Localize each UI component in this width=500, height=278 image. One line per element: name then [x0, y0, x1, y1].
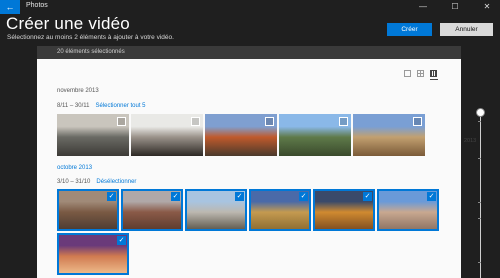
timeline-tick	[478, 121, 481, 122]
date-range-label: 3/10 – 31/10	[57, 179, 91, 185]
date-range: 8/11 – 30/11 Sélectionner tout 5	[57, 103, 146, 109]
timeline-year: 2013	[464, 138, 477, 144]
photo-thumbnail-salt-flat[interactable]: ✓	[249, 189, 311, 231]
active-view-indicator	[430, 79, 438, 80]
month-heading: octobre 2013	[57, 165, 93, 171]
view-medium-icon[interactable]	[417, 70, 424, 77]
selection-checkbox[interactable]: ✓	[171, 192, 180, 201]
cancel-button[interactable]: Annuler	[440, 23, 493, 36]
timeline-tick	[478, 158, 481, 159]
photo-thumbnail-rock-coast[interactable]	[57, 114, 129, 156]
app-title: Photos	[26, 2, 48, 9]
selection-checkbox[interactable]	[117, 117, 126, 126]
back-arrow-icon[interactable]: ←	[0, 0, 20, 14]
selection-count-bar: 20 éléments sélectionnés	[37, 46, 461, 59]
selection-checkbox[interactable]	[339, 117, 348, 126]
selection-checkbox[interactable]: ✓	[235, 192, 244, 201]
date-range-label: 8/11 – 30/11	[57, 103, 90, 109]
photo-thumbnail-grand-canyon[interactable]: ✓	[121, 189, 183, 231]
selection-checkbox[interactable]	[265, 117, 274, 126]
date-range: 3/10 – 31/10 Désélectionner	[57, 179, 136, 185]
photo-thumbnail-las-vegas[interactable]: ✓	[377, 189, 439, 231]
maximize-icon[interactable]: ☐	[444, 0, 466, 14]
timeline-tick	[478, 218, 481, 219]
selection-checkbox[interactable]: ✓	[117, 236, 126, 245]
timeline-rail[interactable]	[480, 110, 481, 278]
photo-thumbnail-canyon-overlook[interactable]: ✓	[57, 189, 119, 231]
deselect-link[interactable]: Désélectionner	[96, 179, 136, 185]
view-small-icon[interactable]	[430, 70, 437, 77]
photo-thumbnail-canyon-rim[interactable]	[131, 114, 203, 156]
title-bar: ← Photos — ☐ ✕	[0, 0, 500, 14]
photo-thumbnail-desert-mountains[interactable]	[279, 114, 351, 156]
page-subtitle: Sélectionnez au moins 2 éléments à ajout…	[7, 34, 174, 41]
photo-thumbnail-sunset-canyon[interactable]: ✓	[313, 189, 375, 231]
create-button[interactable]: Créer	[387, 23, 432, 36]
selection-count: 20 éléments sélectionnés	[57, 49, 125, 55]
photo-thumbnail-red-rock-canyon[interactable]	[205, 114, 277, 156]
photo-thumbnail-desert-plain[interactable]	[353, 114, 425, 156]
selection-checkbox[interactable]: ✓	[427, 192, 436, 201]
selection-checkbox[interactable]: ✓	[363, 192, 372, 201]
month-heading: novembre 2013	[57, 88, 99, 94]
photo-collection: novembre 2013 8/11 – 30/11 Sélectionner t…	[37, 59, 461, 278]
selection-checkbox[interactable]: ✓	[299, 192, 308, 201]
timeline-tick	[478, 202, 481, 203]
selection-checkbox[interactable]	[413, 117, 422, 126]
photo-thumbnail-antelope-canyon[interactable]: ✓	[57, 233, 129, 275]
timeline-tick	[478, 262, 481, 263]
selection-checkbox[interactable]: ✓	[107, 192, 116, 201]
select-all-link[interactable]: Sélectionner tout 5	[95, 103, 145, 109]
minimize-icon[interactable]: —	[412, 0, 434, 14]
timeline-thumb[interactable]	[476, 108, 485, 117]
selection-checkbox[interactable]	[191, 117, 200, 126]
page-title: Créer une vidéo	[6, 14, 130, 33]
view-large-icon[interactable]	[404, 70, 411, 77]
photo-thumbnail-dunes[interactable]: ✓	[185, 189, 247, 231]
close-icon[interactable]: ✕	[476, 0, 498, 14]
